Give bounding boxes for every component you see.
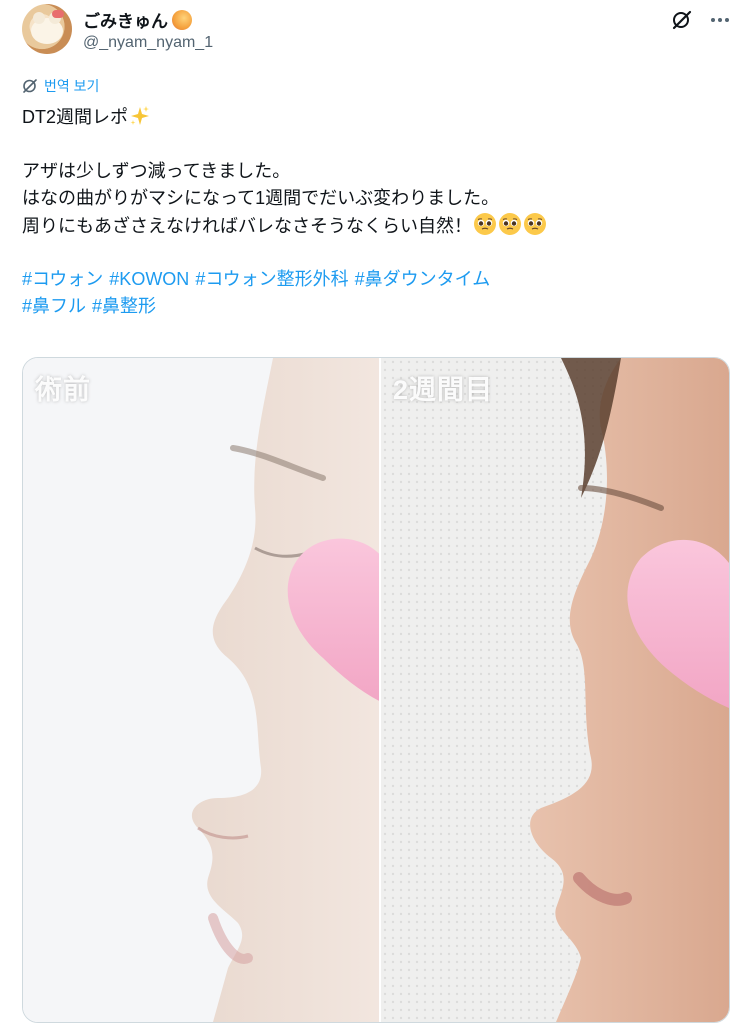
pleading-face-icon: [499, 213, 521, 235]
translate-icon: [23, 79, 37, 93]
hashtag-link[interactable]: #鼻ダウンタイム: [355, 269, 491, 289]
before-label: 術前: [35, 375, 91, 405]
hashtag-link[interactable]: #鼻整形: [92, 296, 156, 316]
heart-sticker-icon: [287, 538, 379, 701]
tweet-text: DT2週間レポ アザは少しずつ減ってきました。 はなの曲がりがマシになって1週間…: [22, 104, 722, 320]
tweet-line-text: 周りにもあざさえなければバレなさそうなくらい自然！: [22, 216, 472, 236]
pleading-face-emoji-group: [472, 213, 547, 236]
media-image[interactable]: 術前 2週間目: [22, 357, 730, 1023]
header-actions: [670, 8, 732, 32]
hashtag-link[interactable]: #コウォン整形外科: [195, 269, 348, 289]
grok-icon[interactable]: [670, 8, 694, 32]
name-row: ごみきゅん: [83, 7, 192, 32]
pleading-face-icon: [524, 213, 546, 235]
after-label: 2週間目: [393, 375, 494, 405]
before-photo: 術前: [23, 358, 379, 1022]
translate-label: 번역 보기: [44, 78, 100, 94]
avatar[interactable]: [22, 4, 72, 54]
tweet-header: ごみきゅん @_nyam_nyam_1: [22, 4, 732, 58]
sparkles-icon: [130, 106, 150, 125]
translate-link[interactable]: 번역 보기: [22, 76, 99, 96]
hashtag-link[interactable]: #コウォン: [22, 269, 103, 289]
hashtag-link[interactable]: #鼻フル: [22, 296, 86, 316]
hashtag-row: #鼻フル #鼻整形: [22, 293, 722, 320]
user-handle[interactable]: @_nyam_nyam_1: [83, 34, 213, 52]
pleading-face-icon: [474, 213, 496, 235]
after-photo: 2週間目: [381, 358, 729, 1022]
more-icon[interactable]: [708, 8, 732, 32]
display-name[interactable]: ごみきゅん: [83, 7, 168, 32]
hashtag-row: #コウォン #KOWON #コウォン整形外科 #鼻ダウンタイム: [22, 266, 722, 293]
tweet-line-text: DT2週間レポ: [22, 107, 129, 127]
tweet-line: はなの曲がりがマシになって1週間でだいぶ変わりました。: [22, 188, 500, 208]
tweet-line: 周りにもあざさえなければバレなさそうなくらい自然！: [22, 212, 722, 239]
hashtag-link[interactable]: #KOWON: [109, 269, 189, 289]
shrimp-emoji-icon: [172, 9, 192, 30]
heart-sticker-icon: [627, 539, 729, 708]
tweet-line: DT2週間レポ: [22, 104, 722, 131]
tweet-line: アザは少しずつ減ってきました。: [22, 161, 291, 181]
